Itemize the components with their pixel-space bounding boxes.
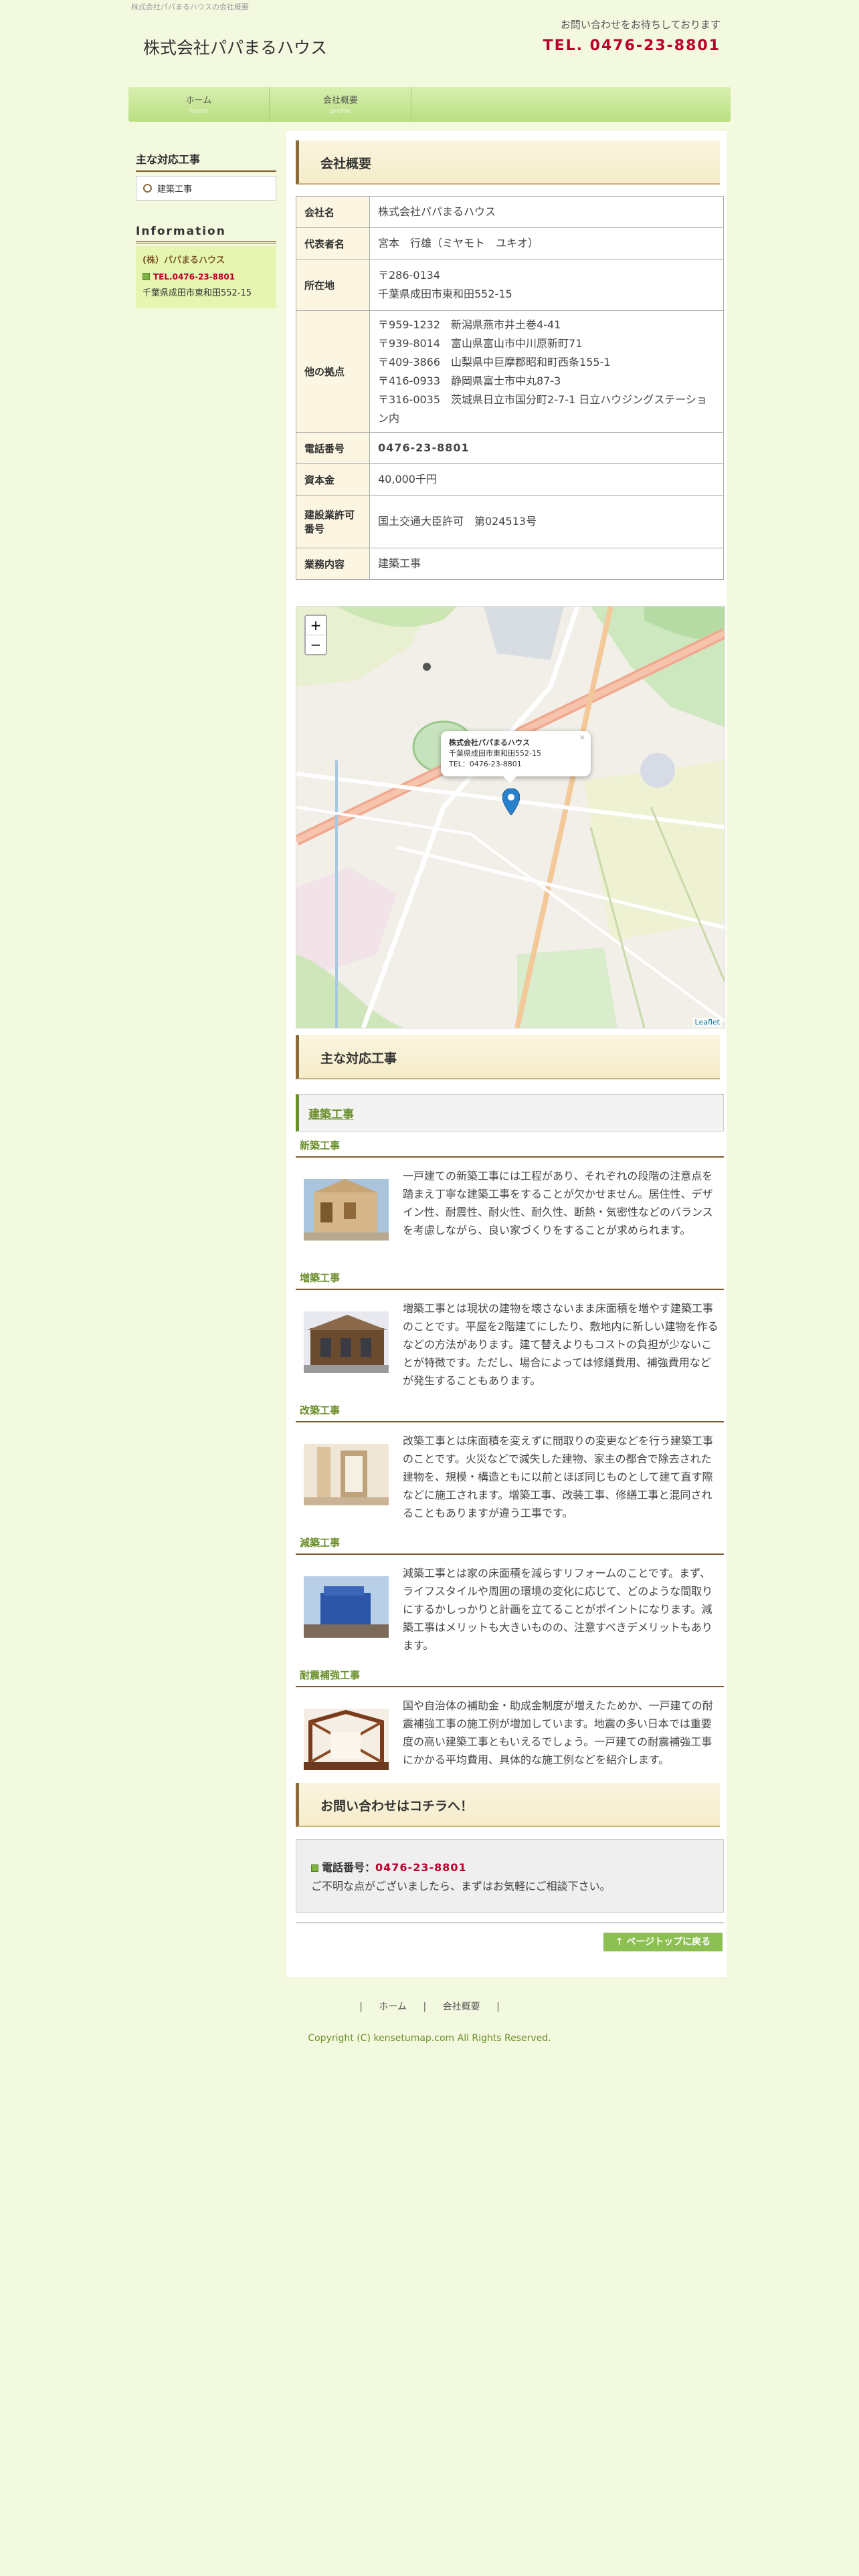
page-top-button[interactable]: ↑ ページトップに戻る: [603, 1933, 723, 1951]
work-item-description: 一戸建ての新築工事には工程があり、それぞれの段階の注意点を踏まえ丁寧な建築工事を…: [403, 1170, 713, 1237]
work-item-description: 増築工事とは現状の建物を壊さないまま床面積を増やす建築工事のことです。平屋を2階…: [403, 1302, 719, 1387]
works-category-link[interactable]: 建築工事: [308, 1105, 354, 1121]
company-section-title: 会社概要: [320, 156, 372, 171]
zoom-in-button[interactable]: +: [306, 616, 326, 635]
row-label: 会社名: [296, 196, 370, 228]
sidebar-works-title: 主な対応工事: [136, 150, 276, 172]
company-section-heading: 会社概要: [296, 140, 720, 185]
sidebar: 主な対応工事 建築工事 Information (株）パパまるハウス TEL.0…: [136, 150, 276, 308]
work-item-title[interactable]: 耐震補強工事: [296, 1668, 724, 1687]
sidebar-item-construction[interactable]: 建築工事: [157, 185, 192, 195]
footer-link-home[interactable]: ホーム: [379, 2002, 407, 2012]
main-content: 会社概要 会社名 株式会社パパまるハウス 代表者名 宮本 行雄（ミヤモト ユキオ） …: [286, 131, 727, 1977]
work-item-title[interactable]: 新築工事: [296, 1138, 724, 1158]
work-item-renovation: 改築工事 改築工事とは床面積を変えずに間取りの変更などを行う建築工事のことです。…: [296, 1403, 724, 1522]
info-tel: TEL.0476-23-8801: [153, 272, 235, 282]
work-photo: [304, 1311, 389, 1373]
nav-item-home[interactable]: ホーム home: [128, 87, 270, 122]
work-item-description: 国や自治体の補助金・助成金制度が増えたためか、一戸建ての耐震補強工事の施工例が増…: [403, 1699, 713, 1766]
row-label: 代表者名: [296, 227, 370, 259]
contact-tel: 0476-23-8801: [375, 1861, 467, 1874]
company-table: 会社名 株式会社パパまるハウス 代表者名 宮本 行雄（ミヤモト ユキオ） 所在地 〒2…: [296, 196, 724, 580]
row-label: 他の拠点: [296, 310, 370, 433]
address-value: 〒286-0134 千葉県成田市東和田552-15: [369, 259, 724, 311]
work-item-title[interactable]: 増築工事: [296, 1271, 724, 1290]
nav-item-profile-sub: profile: [330, 108, 351, 115]
company-name-value: 株式会社パパまるハウス: [369, 196, 724, 228]
info-address: 千葉県成田市東和田552-15: [142, 288, 252, 298]
map-marker-icon[interactable]: [502, 788, 520, 815]
footer-sep: |: [423, 2002, 427, 2012]
map-attribution[interactable]: Leaflet: [692, 1018, 722, 1027]
capital-value: 40,000千円: [369, 463, 724, 496]
square-bullet-icon: [142, 273, 150, 280]
works-section-heading: 主な対応工事: [296, 1035, 720, 1079]
work-item-title[interactable]: 改築工事: [296, 1403, 724, 1422]
site-name[interactable]: 株式会社パパまるハウス: [143, 35, 327, 59]
phone-value: 0476-23-8801: [369, 432, 724, 464]
row-label: 業務内容: [296, 548, 370, 580]
footer-nav: | ホーム | 会社概要 |: [0, 2000, 859, 2013]
popup-address: 千葉県成田市東和田552-15: [449, 749, 541, 758]
works-category-heading: 建築工事: [296, 1094, 724, 1132]
contact-note: ご不明な点がございましたら、まずはお気軽にご相談下さい。: [311, 1880, 611, 1893]
work-photo: [304, 1444, 389, 1505]
contact-section-heading: お問い合わせはコチラへ！: [296, 1783, 720, 1827]
header-tagline: 株式会社パパまるハウスの会社概要: [131, 3, 249, 11]
bullet-icon: [143, 184, 152, 193]
work-photo: [304, 1179, 389, 1241]
row-label: 建設業許可番号: [296, 495, 370, 548]
works-section-title: 主な対応工事: [320, 1051, 397, 1066]
work-item-title[interactable]: 減築工事: [296, 1535, 724, 1555]
sidebar-info-title: Information: [136, 225, 276, 243]
row-label: 資本金: [296, 463, 370, 496]
global-nav: ホーム home 会社概要 profile: [128, 87, 731, 122]
header-tel: TEL. 0476-23-8801: [543, 37, 721, 54]
contact-tel-label: 電話番号：: [322, 1861, 376, 1874]
work-item-new: 新築工事 一戸建ての新築工事には工程があり、それぞれの段階の注意点を踏まえ丁寧な…: [296, 1138, 724, 1241]
popup-tel: TEL：0476-23-8801: [449, 760, 522, 768]
work-item-description: 改築工事とは床面積を変えずに間取りの変更などを行う建築工事のことです。火災などで…: [403, 1434, 714, 1519]
sidebar-info-box: (株）パパまるハウス TEL.0476-23-8801 千葉県成田市東和田552…: [136, 246, 276, 308]
contact-section-title: お問い合わせはコチラへ！: [320, 1799, 474, 1814]
footer-link-profile[interactable]: 会社概要: [443, 2002, 480, 2012]
work-item-extension: 増築工事 増築工事とは現状の建物を壊さないまま床面積を増やす建築工事のことです。…: [296, 1271, 724, 1390]
work-item-reduction: 減築工事 減築工事とは家の床面積を減らすリフォームのことです。まず、ライフスタイ…: [296, 1535, 724, 1654]
business-value: 建築工事: [369, 548, 724, 580]
work-photo: [304, 1709, 389, 1770]
work-photo: [304, 1576, 389, 1638]
row-label: 電話番号: [296, 432, 370, 464]
popup-name: 株式会社パパまるハウス: [449, 738, 530, 747]
contact-box: 電話番号：0476-23-8801 ご不明な点がございましたら、まずはお気軽にご…: [296, 1839, 724, 1913]
info-company: (株）パパまるハウス: [142, 255, 225, 265]
zoom-out-button[interactable]: −: [306, 635, 326, 654]
square-bullet-icon: [311, 1864, 318, 1872]
footer-sep: |: [496, 2002, 500, 2012]
copyright: Copyright (C) kensetumap.com All Rights …: [308, 2033, 551, 2044]
map[interactable]: + − × 株式会社パパまるハウス 千葉県成田市東和田552-15 TEL：04…: [296, 606, 725, 1029]
nav-item-home-label: ホーム: [185, 96, 212, 106]
license-value: 国土交通大臣許可 第024513号: [369, 495, 724, 548]
row-label: 所在地: [296, 259, 370, 311]
header-contact-note: お問い合わせをお待ちしております: [560, 19, 721, 31]
work-item-seismic: 耐震補強工事 国や自治体の補助金・助成金制度が増えたためか、一戸建ての耐震補強工…: [296, 1668, 724, 1770]
map-tiles: [296, 607, 725, 1028]
work-item-description: 減築工事とは家の床面積を減らすリフォームのことです。まず、ライフスタイルや周囲の…: [403, 1567, 713, 1652]
popup-close-icon[interactable]: ×: [579, 732, 585, 743]
representative-value: 宮本 行雄（ミヤモト ユキオ）: [369, 227, 724, 259]
sidebar-works-list: 建築工事: [136, 176, 276, 201]
nav-item-profile-label: 会社概要: [322, 96, 358, 106]
divider: [296, 1922, 724, 1923]
nav-item-profile[interactable]: 会社概要 profile: [270, 87, 411, 122]
map-zoom-control: + −: [304, 615, 327, 655]
footer-sep: |: [359, 2002, 363, 2012]
nav-item-home-sub: home: [189, 108, 209, 115]
map-popup: × 株式会社パパまるハウス 千葉県成田市東和田552-15 TEL：0476-2…: [441, 731, 591, 783]
other-offices-value: 〒959-1232 新潟県燕市井土巻4-41 〒939-8014 富山県富山市中川…: [369, 310, 724, 433]
